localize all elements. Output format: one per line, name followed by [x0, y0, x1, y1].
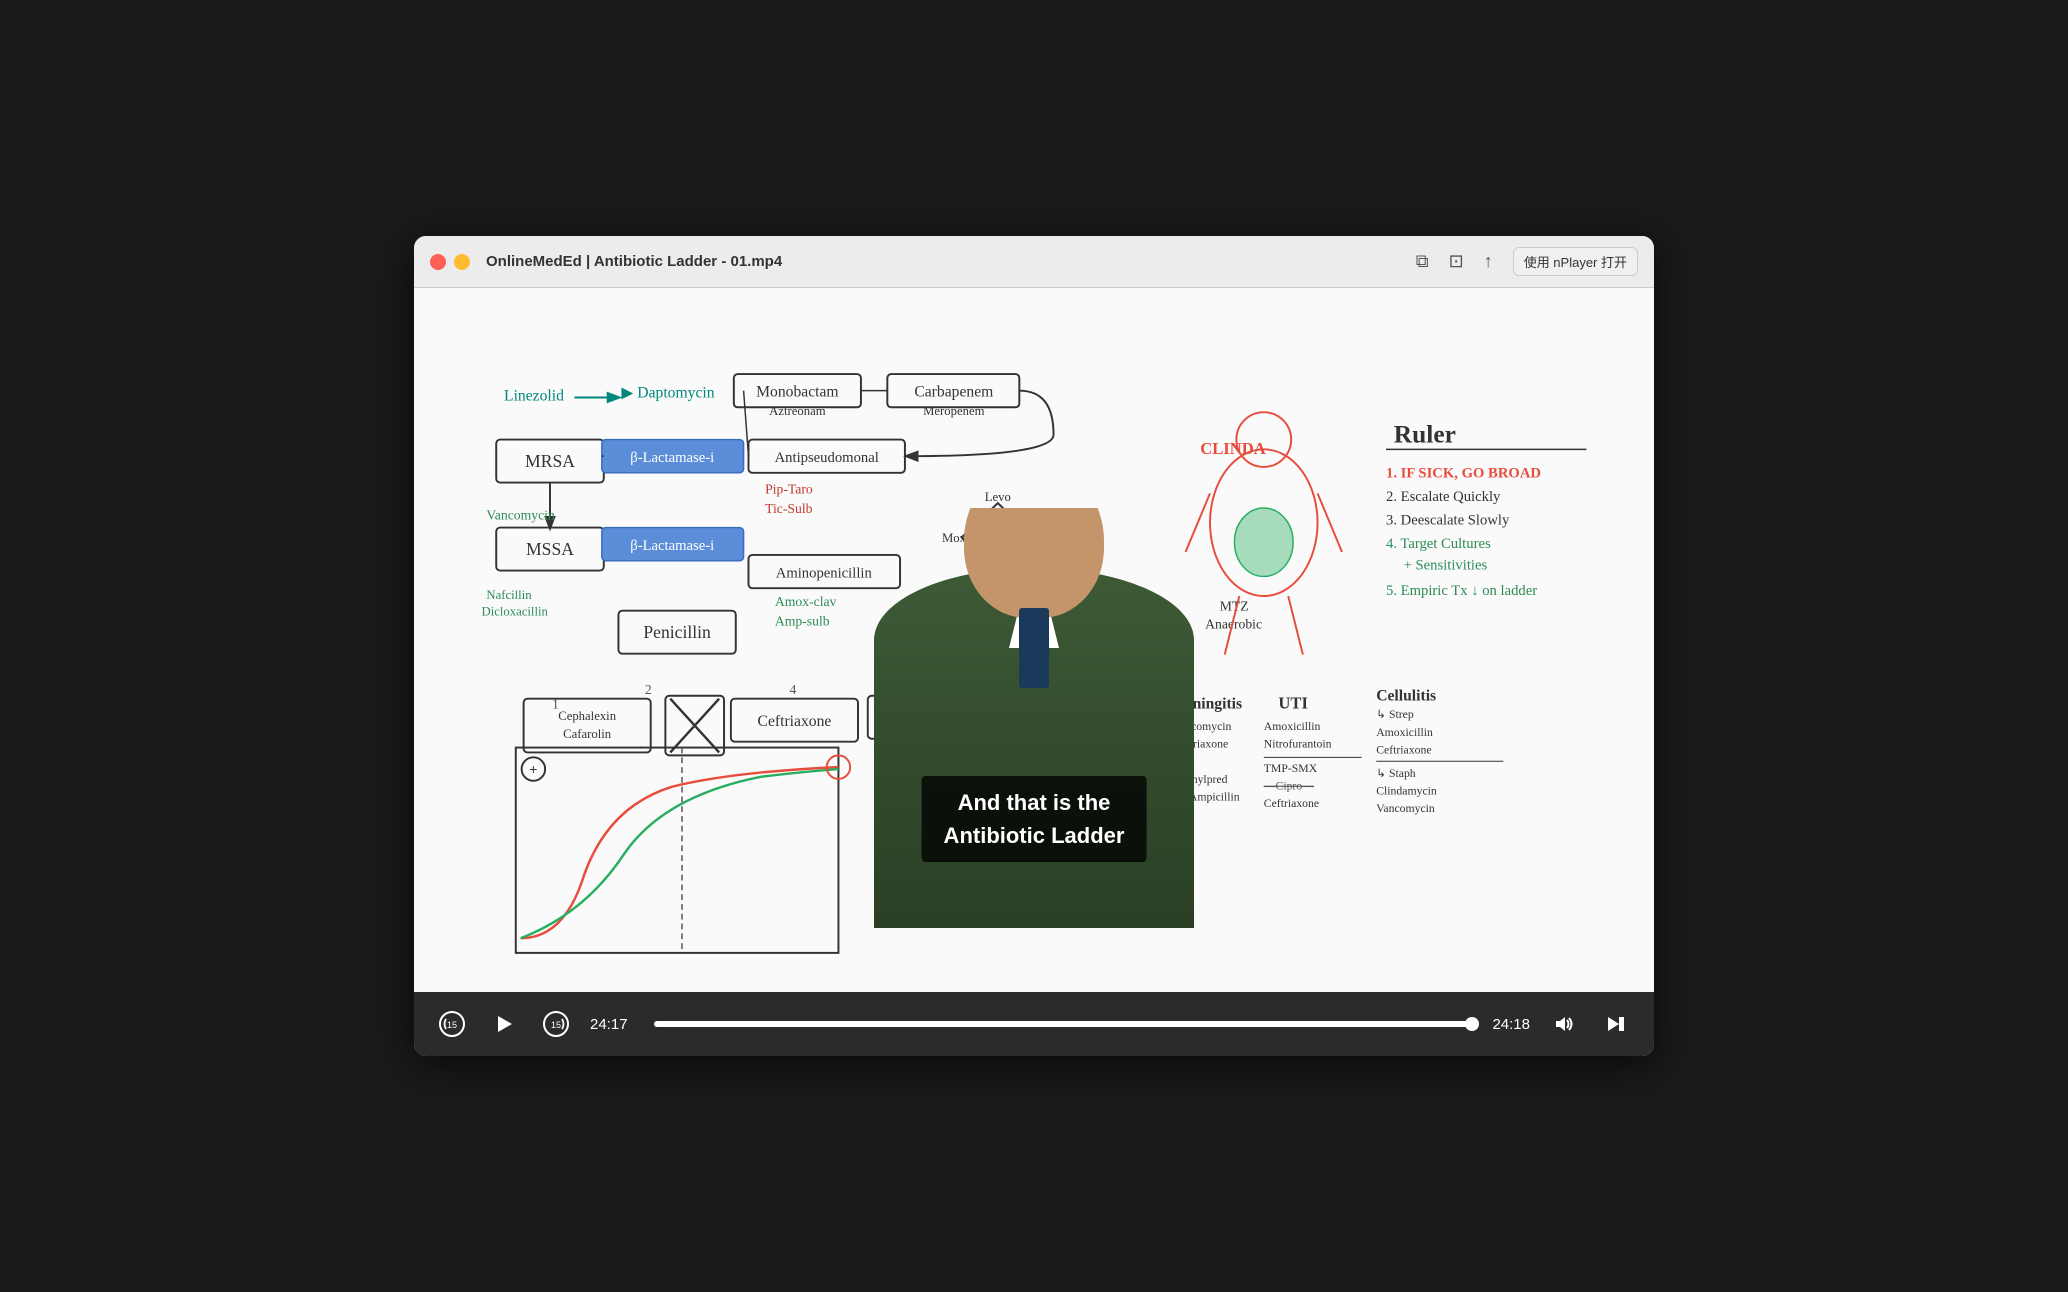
svg-text:Anaerobic: Anaerobic — [1205, 616, 1262, 631]
minimize-button[interactable] — [454, 254, 470, 270]
svg-text:Nafcillin: Nafcillin — [486, 588, 532, 602]
svg-text:Ceftriaxone: Ceftriaxone — [1264, 797, 1319, 810]
svg-text:Carbapenem: Carbapenem — [914, 384, 993, 401]
svg-text:MSSA: MSSA — [526, 539, 574, 559]
share-icon[interactable]: ↑ — [1484, 251, 1493, 272]
progress-bar[interactable] — [654, 1021, 1476, 1027]
svg-text:Monobactam: Monobactam — [756, 384, 838, 401]
svg-text:↳ Strep: ↳ Strep — [1376, 708, 1414, 721]
svg-text:Penicillin: Penicillin — [643, 622, 711, 642]
svg-text:1. IF SICK, GO BROAD: 1. IF SICK, GO BROAD — [1386, 466, 1541, 482]
subtitle-line1: And that is the — [944, 786, 1125, 819]
rewind-15-button[interactable]: 15 — [434, 1006, 470, 1042]
svg-text:UTI: UTI — [1278, 693, 1308, 712]
svg-text:MTZ: MTZ — [1220, 599, 1249, 614]
svg-text:Vancomycin: Vancomycin — [1376, 802, 1435, 815]
svg-text:Linezolid: Linezolid — [504, 387, 564, 404]
svg-text:5. Empiric Tx ↓ on ladder: 5. Empiric Tx ↓ on ladder — [1386, 583, 1537, 599]
svg-text:Amp-sulb: Amp-sulb — [775, 613, 830, 628]
svg-text:3. Deescalate Slowly: 3. Deescalate Slowly — [1386, 513, 1510, 529]
svg-text:Amoxicillin: Amoxicillin — [1264, 720, 1321, 733]
svg-text:Amoxicillin: Amoxicillin — [1376, 726, 1433, 739]
svg-text:Levo: Levo — [985, 490, 1011, 504]
total-time: 24:18 — [1492, 1016, 1530, 1033]
svg-text:+ Sensitivities: + Sensitivities — [1404, 558, 1488, 574]
svg-text:MRSA: MRSA — [525, 451, 575, 471]
close-button[interactable] — [430, 254, 446, 270]
svg-text:Meropenem: Meropenem — [923, 404, 984, 418]
svg-text:—Cipro—: —Cipro— — [1263, 780, 1314, 793]
svg-text:Ceftriaxone: Ceftriaxone — [1376, 743, 1431, 756]
svg-text:Dicloxacillin: Dicloxacillin — [482, 605, 549, 619]
volume-button[interactable] — [1546, 1006, 1582, 1042]
svg-text:15: 15 — [447, 1020, 457, 1030]
skip-forward-button[interactable] — [1598, 1006, 1634, 1042]
svg-text:▶ Daptomycin: ▶ Daptomycin — [621, 385, 714, 402]
pip-icon[interactable]: ⧉ — [1416, 251, 1429, 272]
svg-text:TMP-SMX: TMP-SMX — [1264, 762, 1318, 775]
svg-text:Pip-Taro: Pip-Taro — [765, 481, 813, 496]
svg-text:Amox-clav: Amox-clav — [775, 594, 837, 609]
current-time: 24:17 — [590, 1016, 638, 1033]
svg-text:4: 4 — [790, 682, 797, 697]
svg-text:Aminopenicillin: Aminopenicillin — [776, 565, 873, 581]
window-title: OnlineMedEd | Antibiotic Ladder - 01.mp4 — [486, 253, 1416, 270]
svg-text:Cellulitis: Cellulitis — [1376, 688, 1436, 705]
svg-text:Aztreonam: Aztreonam — [769, 404, 826, 418]
app-window: OnlineMedEd | Antibiotic Ladder - 01.mp4… — [414, 236, 1654, 1056]
whiteboard: MRSA MSSA Vancomycin Nafcillin Dicloxaci… — [414, 288, 1654, 992]
progress-dot — [1465, 1017, 1479, 1031]
svg-text:Cephalexin: Cephalexin — [558, 709, 617, 723]
video-area[interactable]: MRSA MSSA Vancomycin Nafcillin Dicloxaci… — [414, 288, 1654, 992]
titlebar: OnlineMedEd | Antibiotic Ladder - 01.mp4… — [414, 236, 1654, 288]
window-controls — [430, 254, 470, 270]
svg-text:15: 15 — [551, 1020, 561, 1030]
subtitle-line2: Antibiotic Ladder — [944, 819, 1125, 852]
svg-text:Nitrofurantoin: Nitrofurantoin — [1264, 738, 1332, 751]
play-button[interactable] — [486, 1006, 522, 1042]
nplayer-button[interactable]: 使用 nPlayer 打开 — [1513, 247, 1638, 276]
svg-text:Ceftriaxone: Ceftriaxone — [758, 713, 832, 730]
svg-text:Antipseudomonal: Antipseudomonal — [775, 450, 879, 466]
svg-text:1: 1 — [552, 696, 559, 711]
fullscreen-icon[interactable]: ⊡ — [1449, 251, 1464, 272]
svg-text:Ruler: Ruler — [1394, 420, 1456, 448]
svg-text:2: 2 — [645, 682, 652, 697]
svg-text:+: + — [529, 762, 537, 777]
forward-15-button[interactable]: 15 — [538, 1006, 574, 1042]
svg-text:2. Escalate Quickly: 2. Escalate Quickly — [1386, 489, 1501, 505]
svg-text:β-Lactamase-i: β-Lactamase-i — [630, 450, 714, 466]
svg-text:Cafarolin: Cafarolin — [563, 727, 612, 741]
svg-text:↳ Staph: ↳ Staph — [1376, 767, 1416, 780]
progress-bar-fill — [654, 1021, 1472, 1027]
svg-text:Vancomycin: Vancomycin — [486, 508, 555, 523]
svg-text:β-Lactamase-i: β-Lactamase-i — [630, 538, 714, 554]
video-controls: 15 15 24:17 24:18 — [414, 992, 1654, 1056]
svg-text:4. Target Cultures: 4. Target Cultures — [1386, 536, 1491, 552]
titlebar-actions: ⧉ ⊡ ↑ 使用 nPlayer 打开 — [1416, 247, 1638, 276]
svg-text:Clindamycin: Clindamycin — [1376, 784, 1437, 797]
svg-text:Tic-Sulb: Tic-Sulb — [765, 501, 813, 516]
svg-text:CLINDA: CLINDA — [1200, 439, 1266, 458]
